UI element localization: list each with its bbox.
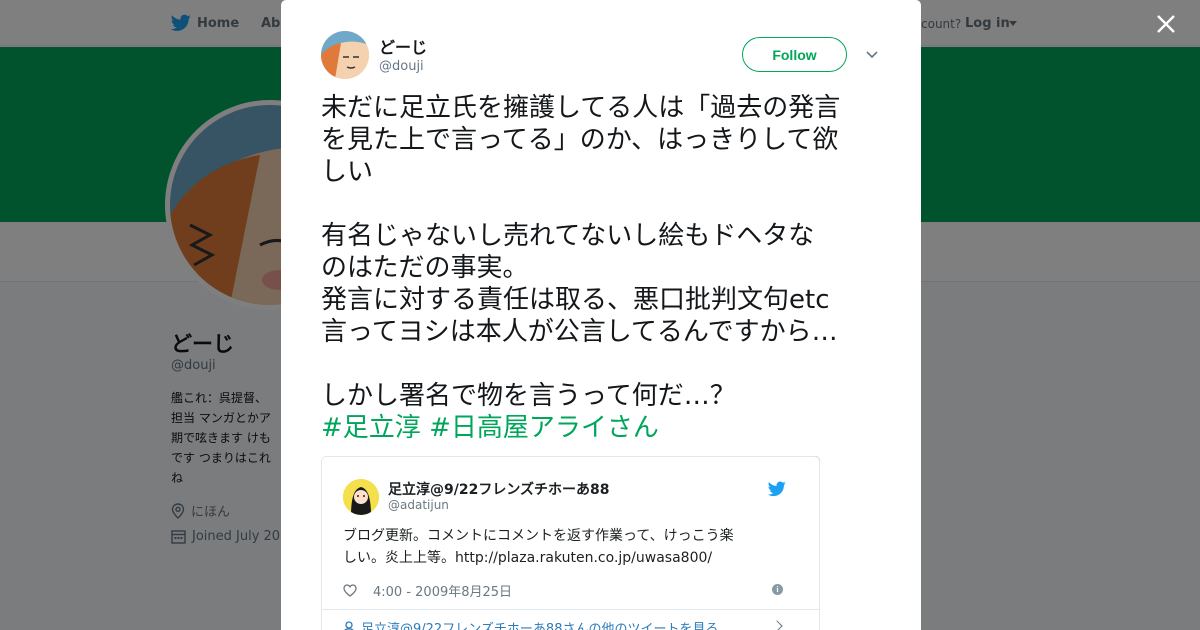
- embed-text-line: ブログ更新。コメントにコメントを返す作業って、けっこう楽: [343, 528, 734, 544]
- embedded-tweet[interactable]: 足立淳@9/22フレンズチホーあ88 @adatijun ブログ更新。コメントに…: [321, 456, 820, 630]
- tweet-line: しい: [321, 157, 374, 187]
- embed-divider: [322, 609, 819, 610]
- tweet-line: 発言に対する責任は取る、悪口批判文句etc: [321, 285, 830, 315]
- embed-author-avatar[interactable]: [343, 479, 379, 515]
- embed-timestamp[interactable]: 4:00 - 2009年8月25日: [373, 581, 512, 600]
- avatar-illustration: [343, 479, 379, 515]
- tweet-line: 言ってヨシは本人が公言してるんですから…: [321, 317, 838, 347]
- person-icon: [344, 621, 354, 630]
- tweet-line: を見た上で言ってる」のか、はっきりして欲: [321, 125, 839, 155]
- more-tweets-label[interactable]: 足立淳@9/22フレンズチホーあ88さんの他のツイートを見る: [361, 618, 718, 630]
- tweet-modal: どーじ @douji Follow 未だに足立氏を擁護してる人は「過去の発言 を…: [281, 0, 921, 630]
- embed-tweet-text: ブログ更新。コメントにコメントを返す作業って、けっこう楽 しい。炎上上等。htt…: [343, 525, 793, 569]
- follow-button[interactable]: Follow: [742, 37, 847, 72]
- hashtag-link[interactable]: #足立淳: [321, 413, 421, 443]
- tweet-line: のはただの事実。: [321, 253, 529, 283]
- heart-icon[interactable]: [343, 583, 357, 597]
- embed-more-tweets-link[interactable]: 足立淳@9/22フレンズチホーあ88さんの他のツイートを見る: [343, 618, 718, 630]
- author-name[interactable]: どーじ: [379, 34, 427, 58]
- tweet-line: 未だに足立氏を擁護してる人は「過去の発言: [321, 93, 841, 123]
- hashtag-line: #足立淳 #日高屋アライさん: [321, 412, 886, 444]
- embed-author-handle[interactable]: @adatijun: [388, 498, 449, 512]
- tweet-line: 有名じゃないし売れてないし絵もドヘタな: [321, 221, 815, 251]
- embed-meta: 4:00 - 2009年8月25日: [343, 580, 793, 600]
- tweet-line: しかし署名で物を言うって何だ…？: [321, 381, 736, 411]
- hashtag-link[interactable]: #日高屋アライさん: [429, 413, 659, 443]
- chevron-down-icon[interactable]: [865, 48, 879, 62]
- author-handle[interactable]: @douji: [379, 59, 424, 74]
- tweet-text: 未だに足立氏を擁護してる人は「過去の発言 を見た上で言ってる」のか、はっきりして…: [321, 92, 886, 444]
- chevron-right-icon[interactable]: [771, 620, 783, 630]
- embed-text-line[interactable]: しい。炎上上等。http://plaza.rakuten.co.jp/uwasa…: [343, 547, 793, 569]
- author-avatar[interactable]: [321, 31, 369, 79]
- embed-author-name[interactable]: 足立淳@9/22フレンズチホーあ88: [388, 479, 610, 499]
- info-icon[interactable]: i: [772, 584, 783, 595]
- twitter-bird-icon[interactable]: [768, 481, 786, 497]
- avatar-illustration: [321, 31, 369, 79]
- close-icon[interactable]: [1154, 12, 1178, 36]
